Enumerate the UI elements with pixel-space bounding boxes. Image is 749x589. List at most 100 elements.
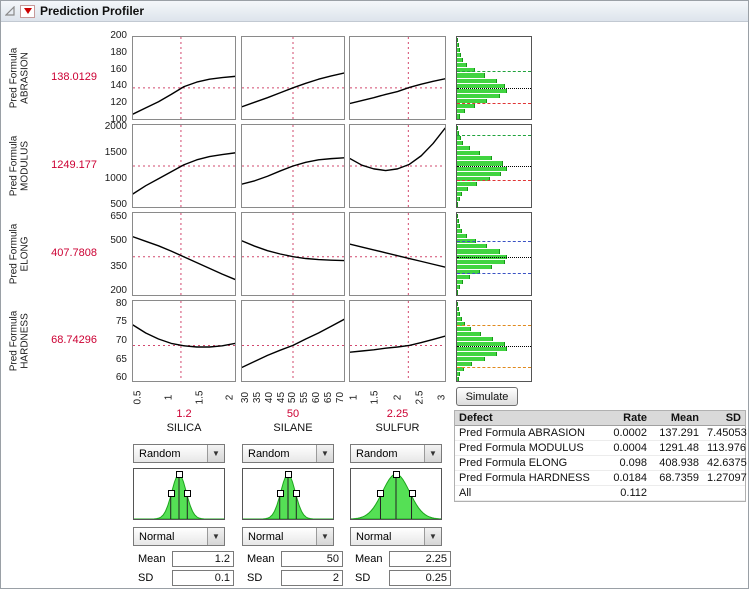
profiler-area: Pred Formula ABRASION138.012920018016014… <box>1 1 749 589</box>
defect-value-cell: 408.938 <box>651 456 703 470</box>
distribution-handle[interactable] <box>393 471 400 478</box>
x-tick-label-text: 1 <box>163 394 174 400</box>
factor-current-value[interactable]: 50 <box>241 408 345 420</box>
response-current-value: 138.0129 <box>27 71 97 84</box>
profile-cell[interactable] <box>241 300 345 382</box>
histogram-bar <box>457 352 497 356</box>
defect-table-header-row: DefectRateMeanSD <box>455 411 745 426</box>
histogram-bar <box>457 317 462 321</box>
random-distribution-dropdown[interactable]: Random▼ <box>133 444 225 463</box>
defect-table-header-cell: Rate <box>605 411 651 425</box>
histogram-bar <box>457 265 492 269</box>
sd-input[interactable]: 0.1 <box>172 570 234 586</box>
defect-table-row[interactable]: Pred Formula HARDNESS0.018468.73591.2709… <box>455 471 745 486</box>
y-tick-label: 180 <box>97 47 127 59</box>
profile-cell[interactable] <box>349 212 446 296</box>
distribution-handle[interactable] <box>377 490 384 497</box>
x-tick-label-text: 1.5 <box>370 390 381 404</box>
y-tick-label: 75 <box>97 316 127 328</box>
histogram-bar <box>457 172 501 176</box>
factor-current-value[interactable]: 1.2 <box>132 408 236 420</box>
profile-curve <box>133 325 235 347</box>
plot-canvas <box>133 301 235 381</box>
distribution-handle[interactable] <box>168 490 175 497</box>
shape-dropdown[interactable]: Normal▼ <box>350 527 442 546</box>
profile-cell[interactable] <box>349 124 446 208</box>
x-tick-label: 55 <box>299 385 311 409</box>
defect-table-row[interactable]: Pred Formula MODULUS0.00041291.48113.976 <box>455 441 745 456</box>
shape-dropdown[interactable]: Normal▼ <box>133 527 225 546</box>
profile-cell[interactable] <box>241 212 345 296</box>
histogram-bar <box>457 182 477 186</box>
histogram-bar <box>457 214 458 218</box>
histogram-mean-line <box>457 346 531 347</box>
histogram-bar <box>457 234 467 238</box>
defect-value-cell: 68.7359 <box>651 471 703 485</box>
defect-table-header-cell: Defect <box>455 411 605 425</box>
histogram-bar <box>457 43 459 47</box>
defect-value-cell: 1291.48 <box>651 441 703 455</box>
x-tick-label: 2 <box>224 385 236 409</box>
defect-table: DefectRateMeanSDPred Formula ABRASION0.0… <box>454 410 746 502</box>
sd-label: SD <box>247 572 281 584</box>
defect-table-header-cell: SD <box>703 411 745 425</box>
simulation-histogram <box>456 36 532 120</box>
profile-cell[interactable] <box>349 300 446 382</box>
profile-cell[interactable] <box>132 124 236 208</box>
histogram-bar <box>457 73 485 77</box>
x-tick-label: 35 <box>252 385 264 409</box>
x-tick-label-text: 45 <box>276 391 287 402</box>
defect-value-cell: 0.0002 <box>605 426 651 440</box>
profile-curve <box>350 128 445 170</box>
profile-curve <box>350 79 445 104</box>
profile-cell[interactable] <box>349 36 446 120</box>
plot-canvas <box>350 213 445 295</box>
mean-input[interactable]: 1.2 <box>172 551 234 567</box>
distribution-handle[interactable] <box>176 471 183 478</box>
x-tick-label-text: 70 <box>335 391 346 402</box>
profile-cell[interactable] <box>241 36 345 120</box>
histogram-bar <box>457 202 458 206</box>
x-tick-label-text: 2.5 <box>414 390 425 404</box>
defect-table-row[interactable]: All0.112 <box>455 486 745 501</box>
sd-input[interactable]: 2 <box>281 570 343 586</box>
profile-cell[interactable] <box>241 124 345 208</box>
factor-current-value[interactable]: 2.25 <box>349 408 446 420</box>
y-tick-label: 160 <box>97 64 127 76</box>
factor-name: SILANE <box>241 422 345 434</box>
distribution-handle[interactable] <box>293 490 300 497</box>
shape-dropdown[interactable]: Normal▼ <box>242 527 334 546</box>
distribution-handle[interactable] <box>277 490 284 497</box>
random-distribution-dropdown[interactable]: Random▼ <box>242 444 334 463</box>
plot-canvas <box>133 213 235 295</box>
random-distribution-dropdown[interactable]: Random▼ <box>350 444 442 463</box>
x-tick-label: 30 <box>240 385 252 409</box>
simulate-button[interactable]: Simulate <box>456 387 518 406</box>
defect-value-cell <box>651 486 703 500</box>
profile-cell[interactable] <box>132 300 236 382</box>
distribution-handle[interactable] <box>409 490 416 497</box>
defect-value-cell: 0.098 <box>605 456 651 470</box>
spec-limit-line <box>457 367 531 368</box>
defect-value-cell <box>703 486 745 500</box>
histogram-bar <box>457 151 480 155</box>
defect-table-row[interactable]: Pred Formula ELONG0.098408.93842.6375 <box>455 456 745 471</box>
profile-cell[interactable] <box>132 36 236 120</box>
distribution-handle[interactable] <box>184 490 191 497</box>
sd-input[interactable]: 0.25 <box>389 570 451 586</box>
profile-cell[interactable] <box>132 212 236 296</box>
spec-limit-line <box>457 135 531 136</box>
distribution-handle[interactable] <box>285 471 292 478</box>
defect-table-row[interactable]: Pred Formula ABRASION0.0002137.2917.4505… <box>455 426 745 441</box>
mean-input[interactable]: 2.25 <box>389 551 451 567</box>
histogram-bar <box>457 48 460 52</box>
mean-input[interactable]: 50 <box>281 551 343 567</box>
combo-arrow-icon: ▼ <box>316 445 333 462</box>
defect-name-cell: All <box>455 486 605 500</box>
histogram-bar <box>457 249 500 253</box>
combo-arrow-icon: ▼ <box>424 528 441 545</box>
x-tick-label-text: 50 <box>288 391 299 402</box>
plot-canvas <box>350 125 445 207</box>
prediction-profiler-window: Prediction Profiler Pred Formula ABRASIO… <box>0 0 749 589</box>
response-current-value: 407.7808 <box>27 247 97 260</box>
